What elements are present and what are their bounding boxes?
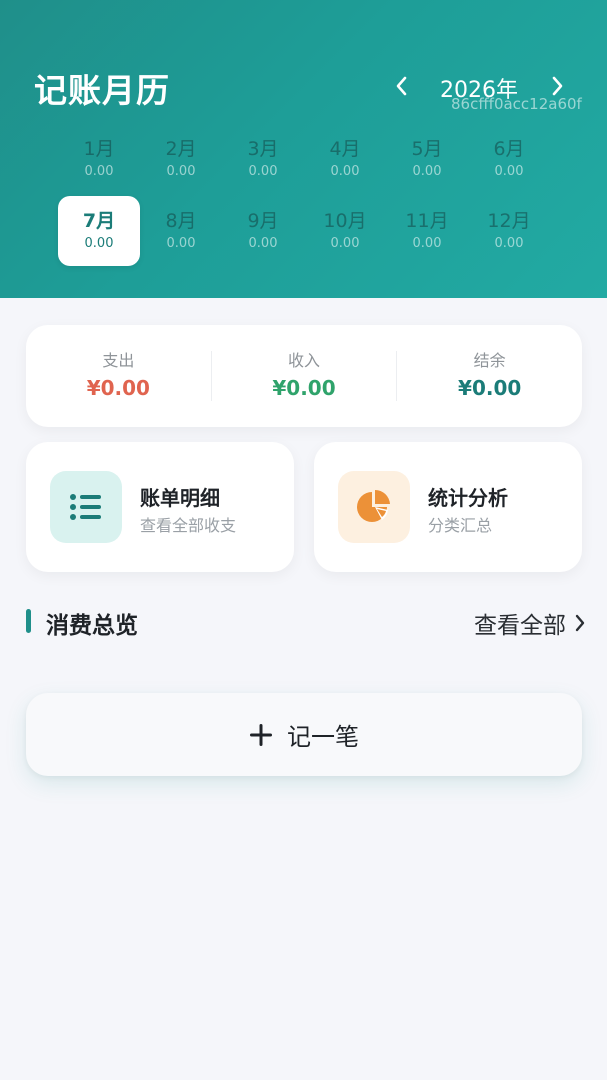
chevron-right-icon (575, 614, 585, 632)
view-all-link[interactable]: 查看全部 (474, 606, 586, 640)
statistics-icon-box (338, 471, 410, 543)
plus-icon (250, 723, 272, 746)
month-amount: 0.00 (412, 164, 442, 179)
expense-summary: 支出 ¥0.00 (26, 351, 211, 401)
month-name: 5月 (411, 138, 443, 160)
month-name: 12月 (487, 210, 531, 232)
month-cell[interactable]: 3月 0.00 (222, 124, 304, 194)
month-cell[interactable]: 2月 0.00 (140, 124, 222, 194)
income-label: 收入 (288, 351, 321, 370)
header-banner: 记账月历 2026年 86cfff0acc12a60f 1月 0.00 2月 0.00… (0, 0, 607, 298)
list-icon (70, 494, 101, 520)
month-name: 6月 (493, 138, 525, 160)
statistics-card[interactable]: 统计分析 分类汇总 (314, 442, 582, 572)
month-cell[interactable]: 10月 0.00 (304, 196, 386, 266)
month-cell[interactable]: 7月 0.00 (58, 196, 140, 266)
expense-label: 支出 (102, 351, 135, 370)
add-record-button[interactable]: 记一笔 (26, 693, 582, 776)
bill-details-subtitle: 查看全部收支 (140, 516, 237, 535)
month-name: 9月 (247, 210, 279, 232)
month-name: 11月 (405, 210, 449, 232)
bill-details-title: 账单明细 (140, 486, 220, 510)
section-title: 消费总览 (46, 613, 138, 639)
month-cell[interactable]: 9月 0.00 (222, 196, 304, 266)
balance-summary: 结余 ¥0.00 (396, 351, 582, 401)
month-name: 1月 (83, 138, 115, 160)
balance-label: 结余 (473, 351, 506, 370)
income-value: ¥0.00 (272, 376, 336, 400)
month-cell[interactable]: 5月 0.00 (386, 124, 468, 194)
chevron-right-icon (552, 76, 563, 96)
chevron-left-icon (396, 76, 407, 96)
add-record-label: 记一笔 (287, 723, 359, 751)
month-amount: 0.00 (84, 236, 114, 251)
month-amount: 0.00 (166, 164, 196, 179)
hash-label: 86cfff0acc12a60f (451, 95, 582, 113)
month-amount: 0.00 (494, 236, 524, 251)
statistics-subtitle: 分类汇总 (428, 516, 493, 535)
month-name: 2月 (165, 138, 197, 160)
month-cell[interactable]: 12月 0.00 (468, 196, 550, 266)
month-cell[interactable]: 8月 0.00 (140, 196, 222, 266)
balance-value: ¥0.00 (458, 376, 522, 400)
month-amount: 0.00 (412, 236, 442, 251)
month-amount: 0.00 (166, 236, 196, 251)
pie-chart-icon (357, 489, 390, 522)
month-grid: 1月 0.00 2月 0.00 3月 0.00 4月 0.00 5月 0.00 6月 0.00 7月 0.… (58, 124, 550, 270)
income-summary: 收入 ¥0.00 (210, 351, 397, 401)
section-accent-bar (26, 609, 31, 633)
month-amount: 0.00 (330, 236, 360, 251)
view-all-label: 查看全部 (474, 613, 566, 639)
statistics-title: 统计分析 (428, 486, 508, 510)
summary-card: 支出 ¥0.00 收入 ¥0.00 结余 ¥0.00 (26, 325, 582, 427)
month-amount: 0.00 (84, 164, 114, 179)
month-cell[interactable]: 6月 0.00 (468, 124, 550, 194)
month-name: 8月 (165, 210, 197, 232)
month-cell[interactable]: 11月 0.00 (386, 196, 468, 266)
overview-section-header: 消费总览 查看全部 (26, 604, 586, 640)
month-amount: 0.00 (248, 164, 278, 179)
bill-details-icon-box (50, 471, 122, 543)
month-name: 3月 (247, 138, 279, 160)
month-name: 10月 (323, 210, 367, 232)
month-cell[interactable]: 1月 0.00 (58, 124, 140, 194)
month-amount: 0.00 (248, 236, 278, 251)
expense-value: ¥0.00 (86, 376, 150, 400)
month-cell[interactable]: 4月 0.00 (304, 124, 386, 194)
month-name: 4月 (329, 138, 361, 160)
bill-details-card[interactable]: 账单明细 查看全部收支 (26, 442, 294, 572)
month-amount: 0.00 (330, 164, 360, 179)
month-amount: 0.00 (494, 164, 524, 179)
previous-year-button[interactable] (384, 68, 420, 104)
month-name: 7月 (82, 210, 116, 232)
